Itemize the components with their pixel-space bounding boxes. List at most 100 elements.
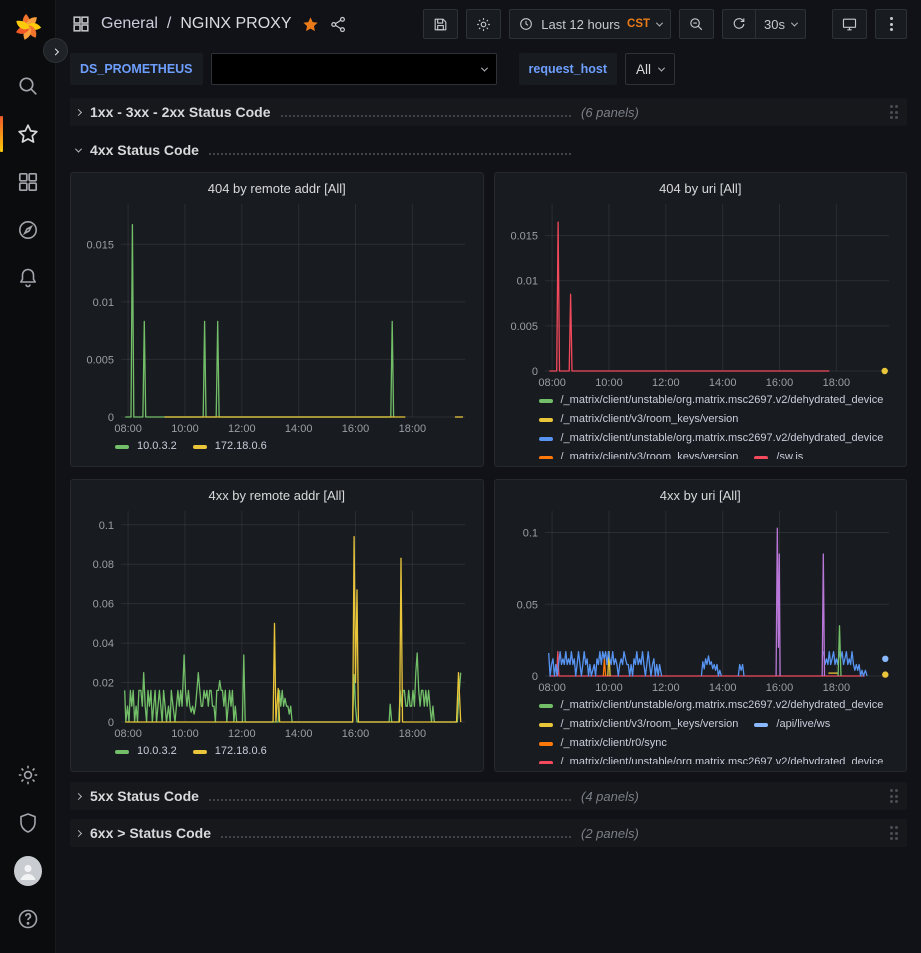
legend-item[interactable]: /_matrix/client/unstable/org.matrix.msc2…	[539, 431, 884, 446]
chart-area[interactable]: 00.050.108:0010:0012:0014:0016:0018:00	[505, 505, 897, 696]
user-avatar[interactable]	[14, 857, 42, 885]
svg-text:0: 0	[531, 671, 537, 683]
legend-label: /_matrix/client/v3/room_keys/version	[561, 412, 739, 427]
svg-text:08:00: 08:00	[114, 728, 142, 740]
legend-color-swatch	[115, 750, 129, 754]
variable-request-host-select[interactable]: All	[625, 53, 675, 85]
row-drag-handle[interactable]	[890, 105, 899, 119]
chart-area[interactable]: 00.020.040.060.080.108:0010:0012:0014:00…	[81, 505, 473, 742]
svg-text:08:00: 08:00	[538, 682, 566, 694]
refresh-button[interactable]	[722, 9, 755, 39]
legend-item[interactable]: /_matrix/client/unstable/org.matrix.msc2…	[539, 755, 884, 764]
dashboard-settings-button[interactable]	[466, 9, 501, 39]
svg-text:18:00: 18:00	[399, 423, 427, 435]
time-range-picker[interactable]: Last 12 hours CST	[509, 9, 671, 39]
settings-gear-icon[interactable]	[14, 761, 42, 789]
dashboard-header: General / NGINX PROXY	[70, 0, 907, 48]
chart-area[interactable]: 00.0050.010.01508:0010:0012:0014:0016:00…	[81, 198, 473, 437]
main-content: General / NGINX PROXY	[56, 0, 921, 953]
variable-request-host-label[interactable]: request_host	[519, 53, 618, 85]
breadcrumb: General / NGINX PROXY	[70, 13, 348, 35]
svg-text:10:00: 10:00	[595, 682, 623, 694]
chart-svg: 00.0050.010.01508:0010:0012:0014:0016:00…	[505, 198, 897, 391]
legend-item[interactable]: /_matrix/client/unstable/org.matrix.msc2…	[539, 698, 884, 713]
favorite-star-icon[interactable]	[301, 15, 320, 34]
legend-item[interactable]: /_matrix/client/v3/room_keys/version	[539, 717, 739, 732]
share-icon[interactable]	[329, 15, 348, 34]
svg-text:0.01: 0.01	[516, 276, 537, 288]
svg-text:0.08: 0.08	[93, 559, 114, 571]
legend-color-swatch	[539, 704, 553, 708]
svg-text:14:00: 14:00	[285, 728, 313, 740]
variable-ds-prometheus-select[interactable]	[211, 53, 497, 85]
search-icon[interactable]	[14, 72, 42, 100]
row-1xx-3xx-2xx[interactable]: 1xx - 3xx - 2xx Status Code (6 panels)	[70, 98, 907, 126]
svg-text:18:00: 18:00	[822, 377, 850, 389]
legend-label: 172.18.0.6	[215, 744, 267, 759]
panel-title[interactable]: 4xx by remote addr [All]	[81, 488, 473, 503]
sidebar-item-dashboards[interactable]	[14, 168, 42, 196]
legend-color-swatch	[193, 750, 207, 754]
legend-item[interactable]: 172.18.0.6	[193, 744, 267, 759]
legend-label: /api/live/ws	[776, 717, 830, 732]
legend-label: /sw.js	[776, 450, 803, 459]
save-dashboard-button[interactable]	[423, 9, 458, 39]
zoom-out-time-button[interactable]	[679, 9, 714, 39]
panel-title[interactable]: 404 by uri [All]	[505, 181, 897, 196]
legend-item[interactable]: 10.0.3.2	[115, 744, 177, 759]
dashboards-grid-icon[interactable]	[70, 13, 92, 35]
chart-area[interactable]: 00.0050.010.01508:0010:0012:0014:0016:00…	[505, 198, 897, 391]
sidebar-item-alerting[interactable]	[14, 264, 42, 292]
breadcrumb-folder[interactable]: General	[101, 15, 158, 33]
legend-item[interactable]: /_matrix/client/v3/room_keys/version	[539, 412, 739, 427]
legend-item[interactable]: /_matrix/client/unstable/org.matrix.msc2…	[539, 393, 884, 408]
sidebar-item-explore[interactable]	[14, 216, 42, 244]
tv-mode-button[interactable]	[832, 9, 867, 39]
help-icon[interactable]	[14, 905, 42, 933]
legend-color-swatch	[754, 723, 768, 727]
svg-text:10:00: 10:00	[171, 423, 199, 435]
svg-text:0.04: 0.04	[93, 638, 114, 650]
chart-svg: 00.050.108:0010:0012:0014:0016:0018:00	[505, 505, 897, 696]
row-panel-count: (4 panels)	[581, 789, 639, 804]
dashboard-title: NGINX PROXY	[180, 15, 291, 33]
panel-404-by-remote-addr: 404 by remote addr [All] 00.0050.010.015…	[70, 172, 484, 467]
row-title: 1xx - 3xx - 2xx Status Code	[90, 104, 271, 120]
row-drag-handle[interactable]	[890, 789, 899, 803]
legend-item[interactable]: /_matrix/client/v3/room_keys/version	[539, 450, 739, 459]
chart-svg: 00.020.040.060.080.108:0010:0012:0014:00…	[81, 505, 473, 742]
svg-text:0.015: 0.015	[86, 239, 114, 251]
svg-text:10:00: 10:00	[171, 728, 199, 740]
more-options-kebab[interactable]	[875, 9, 907, 39]
legend-item[interactable]: 10.0.3.2	[115, 439, 177, 454]
legend-color-swatch	[193, 445, 207, 449]
row-drag-handle[interactable]	[890, 826, 899, 840]
legend-item[interactable]: /api/live/ws	[754, 717, 830, 732]
grafana-logo-icon[interactable]	[10, 8, 46, 44]
panel-legend: 10.0.3.2 172.18.0.6	[81, 744, 473, 764]
sidebar-item-starred[interactable]	[14, 120, 42, 148]
timezone-label: CST	[627, 18, 650, 30]
chevron-right-icon	[75, 108, 82, 115]
variable-ds-prometheus-label[interactable]: DS_PROMETHEUS	[70, 53, 203, 85]
row-5xx[interactable]: 5xx Status Code (4 panels)	[70, 782, 907, 810]
legend-label: /_matrix/client/unstable/org.matrix.msc2…	[561, 755, 884, 764]
panel-title[interactable]: 404 by remote addr [All]	[81, 181, 473, 196]
svg-text:14:00: 14:00	[285, 423, 313, 435]
svg-text:14:00: 14:00	[708, 682, 736, 694]
svg-text:18:00: 18:00	[399, 728, 427, 740]
legend-item[interactable]: /sw.js	[754, 450, 803, 459]
panel-title[interactable]: 4xx by uri [All]	[505, 488, 897, 503]
row-panel-count: (2 panels)	[581, 826, 639, 841]
row-title: 5xx Status Code	[90, 788, 199, 804]
svg-text:0.005: 0.005	[86, 354, 114, 366]
svg-text:0.015: 0.015	[510, 231, 538, 243]
expand-sidebar-button[interactable]	[43, 38, 68, 63]
refresh-interval-dropdown[interactable]: 30s	[755, 9, 806, 39]
row-6xx[interactable]: 6xx > Status Code (2 panels)	[70, 819, 907, 847]
row-4xx[interactable]: 4xx Status Code	[70, 136, 907, 164]
legend-item[interactable]: /_matrix/client/r0/sync	[539, 736, 667, 751]
svg-text:10:00: 10:00	[595, 377, 623, 389]
server-admin-shield-icon[interactable]	[14, 809, 42, 837]
legend-item[interactable]: 172.18.0.6	[193, 439, 267, 454]
